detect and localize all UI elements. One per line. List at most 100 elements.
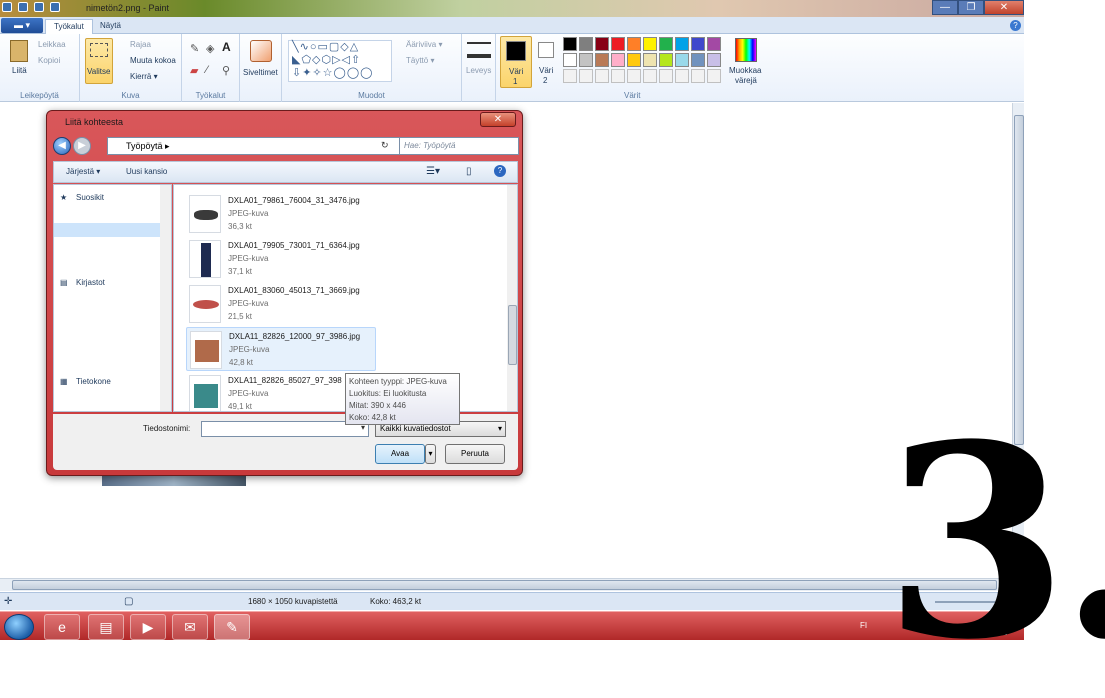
size-button[interactable]: Leveys [466,66,491,75]
shapes-gallery[interactable]: ╲∿○▭▢◇△ ◣⬠◇⬡▷◁⇧ ⇩✦✧☆◯◯◯ [288,40,392,82]
nav-libraries[interactable]: Kirjastot [76,278,105,287]
language-indicator[interactable]: FI [860,621,867,630]
cut-button[interactable]: Leikkaa [38,40,66,49]
taskbar-ie-icon[interactable]: e [44,614,80,640]
custom-color-slot[interactable] [595,69,609,83]
forward-icon[interactable]: ▶ [73,137,91,155]
custom-color-slot[interactable] [707,69,721,83]
search-input[interactable]: Hae: Työpöytä [399,137,519,155]
palette-swatch[interactable] [595,53,609,67]
magnifier-icon[interactable]: ⚲ [222,64,230,77]
help-icon[interactable]: ? [1010,20,1021,31]
brushes-button[interactable]: Siveltimet [243,68,278,77]
custom-color-slot[interactable] [659,69,673,83]
nav-computer[interactable]: Tietokone [76,377,111,386]
cancel-button[interactable]: Peruuta [445,444,505,464]
rotate-button[interactable]: Kierrä ▾ [130,72,158,81]
custom-color-slot[interactable] [675,69,689,83]
minimize-button[interactable]: — [932,0,958,15]
dialog-close-button[interactable]: ✕ [480,112,516,127]
filename-input[interactable]: ▾ [201,421,369,437]
fill-icon[interactable]: ◈ [206,42,214,55]
back-icon[interactable]: ◀ [53,137,71,155]
file-item-selected[interactable]: DXLA11_82826_12000_97_3986.jpg JPEG-kuva… [186,327,376,371]
preview-pane-icon[interactable]: ▯ [466,166,472,177]
file-item[interactable]: DXLA01_79905_73001_71_6364.jpg JPEG-kuva… [186,237,376,281]
file-list-scrollbar[interactable] [507,185,517,411]
palette-swatch[interactable] [595,37,609,51]
palette-swatch[interactable] [579,53,593,67]
paste-icon[interactable] [10,40,28,62]
palette-swatch[interactable] [627,53,641,67]
tab-view[interactable]: Näytä [92,19,129,34]
palette-swatch[interactable] [675,53,689,67]
palette-swatch[interactable] [579,37,593,51]
text-tool-icon[interactable]: A [222,40,231,54]
app-menu-button[interactable]: ▬ ▾ [1,18,43,33]
tab-tools[interactable]: Työkalut [45,19,93,34]
paste-button[interactable]: Liitä [12,66,27,75]
color2-button[interactable]: Väri 2 [534,36,560,88]
taskbar-media-player-icon[interactable]: ▶ [130,614,166,640]
custom-color-slot[interactable] [563,69,577,83]
redo-icon[interactable] [50,2,60,12]
custom-color-slot[interactable] [627,69,641,83]
close-button[interactable]: ✕ [984,0,1024,15]
pencil-icon[interactable]: ✎ [190,42,199,55]
paint-app-icon[interactable] [2,2,12,12]
new-folder-button[interactable]: Uusi kansio [126,167,167,176]
custom-color-slot[interactable] [691,69,705,83]
file-list-scroll-thumb[interactable] [508,305,517,365]
palette-swatch[interactable] [643,53,657,67]
organize-button[interactable]: Järjestä ▾ [66,167,100,176]
resize-button[interactable]: Muuta kokoa [130,56,176,65]
horizontal-scrollbar[interactable] [0,578,1012,591]
palette-swatch[interactable] [659,37,673,51]
save-icon[interactable] [18,2,28,12]
eraser-icon[interactable]: ▰ [190,64,198,77]
nav-scrollbar[interactable] [160,185,171,411]
start-button[interactable] [4,614,34,640]
taskbar-outlook-icon[interactable]: ✉ [172,614,208,640]
address-box[interactable]: Työpöytä ▸ [107,137,427,155]
palette-swatch[interactable] [627,37,641,51]
help-icon[interactable]: ? [494,165,506,177]
crop-button[interactable]: Rajaa [130,40,151,49]
outline-button[interactable]: Ääriviiva ▾ [406,40,442,49]
palette-swatch[interactable] [563,37,577,51]
open-dropdown-button[interactable]: ▾ [425,444,436,464]
palette-swatch[interactable] [611,53,625,67]
open-button[interactable]: Avaa [375,444,425,464]
palette-swatch[interactable] [643,37,657,51]
select-button[interactable]: Valitse [85,38,113,84]
copy-button[interactable]: Kopioi [38,56,60,65]
color-picker-icon[interactable]: ⁄ [206,64,208,76]
edit-colors-button[interactable]: Muokkaa [729,66,761,75]
fill-button[interactable]: Täyttö ▾ [406,56,434,65]
palette-swatch[interactable] [691,37,705,51]
color1-button[interactable]: Väri 1 [500,36,532,88]
view-options-icon[interactable]: ☰▾ [426,166,440,177]
palette-swatch[interactable] [675,37,689,51]
palette-swatch[interactable] [707,37,721,51]
maximize-button[interactable]: ❐ [958,0,984,15]
palette-swatch[interactable] [563,53,577,67]
palette-swatch[interactable] [691,53,705,67]
palette-swatch[interactable] [659,53,673,67]
undo-icon[interactable] [34,2,44,12]
palette-swatch[interactable] [707,53,721,67]
file-item[interactable]: DXLA01_83060_45013_71_3669.jpg JPEG-kuva… [186,282,376,326]
taskbar-explorer-icon[interactable]: ▤ [88,614,124,640]
palette-swatch[interactable] [611,37,625,51]
line-width-icon[interactable] [467,42,491,58]
horizontal-scroll-thumb[interactable] [12,580,997,590]
custom-color-slot[interactable] [643,69,657,83]
brush-icon[interactable] [250,40,272,62]
file-item[interactable]: DXLA01_79861_76004_31_3476.jpg JPEG-kuva… [186,192,376,236]
edit-colors-icon[interactable] [735,38,757,62]
custom-color-slot[interactable] [579,69,593,83]
refresh-icon[interactable]: ↻ [381,140,393,152]
nav-favorites[interactable]: Suosikit [76,193,104,202]
custom-color-slot[interactable] [611,69,625,83]
taskbar-paint-icon[interactable]: ✎ [214,614,250,640]
